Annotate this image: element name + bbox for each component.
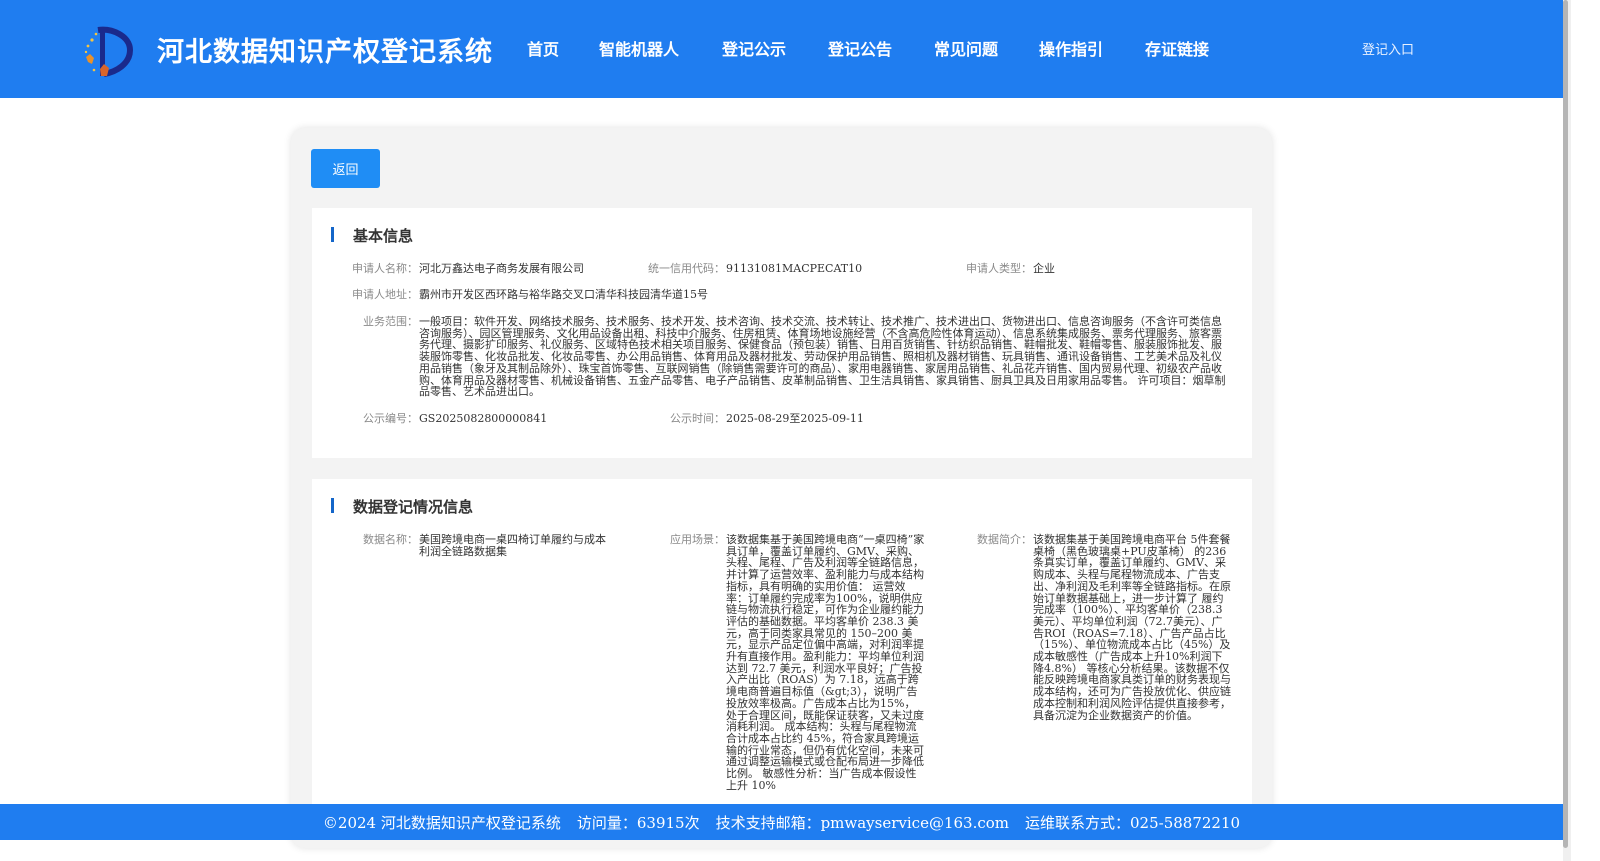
basic-info-title: 基本信息 — [353, 227, 414, 245]
credit-code-label: 统一信用代码： — [648, 262, 725, 275]
nav-guide[interactable]: 操作指引 — [1039, 36, 1103, 60]
section-marker — [331, 498, 334, 513]
data-registration-title: 数据登记情况信息 — [353, 498, 474, 516]
nav-home[interactable]: 首页 — [527, 36, 559, 60]
basic-info-panel: 基本信息 申请人名称： 河北万鑫达电子商务发展有限公司 统一信用代码： 9113… — [312, 208, 1252, 458]
credit-code-value: 91131081MACPECAT10 — [726, 262, 863, 275]
section-marker — [331, 227, 334, 242]
back-button[interactable]: 返回 — [311, 149, 380, 188]
business-scope-value: 一般项目：软件开发、网络技术服务、技术服务、技术开发、技术咨询、技术交流、技术转… — [419, 315, 1226, 399]
data-name-label: 数据名称： — [363, 533, 418, 546]
login-entry-link[interactable]: 登记入口 — [1362, 39, 1414, 58]
scenario-label: 应用场景： — [670, 533, 725, 546]
business-scope-label: 业务范围： — [363, 315, 418, 328]
applicant-type-value: 企业 — [1033, 262, 1055, 275]
applicant-name-label: 申请人名称： — [352, 262, 418, 275]
scenario-value: 该数据集基于美国跨境电商“一桌四椅”家具订单，覆盖订单履约、GMV、采购、头程、… — [726, 534, 925, 792]
notice-number-label: 公示编号： — [363, 412, 418, 425]
top-header: 河北数据知识产权登记系统 首页 智能机器人 登记公示 登记公告 常见问题 操作指… — [0, 0, 1563, 98]
footer-visits: 访问量：63915次 — [576, 813, 700, 832]
footer-support-email: 技术支持邮箱：pmwayservice@163.com — [715, 813, 1010, 832]
nav-faq[interactable]: 常见问题 — [934, 36, 998, 60]
applicant-name-value: 河北万鑫达电子商务发展有限公司 — [419, 262, 584, 275]
notice-time-label: 公示时间： — [670, 412, 725, 425]
site-title[interactable]: 河北数据知识产权登记系统 — [157, 30, 493, 69]
summary-value: 该数据集基于美国跨境电商平台 5件套餐桌椅（黑色玻璃桌+PU皮革椅） 的236条… — [1033, 533, 1231, 722]
footer: ©2024 河北数据知识产权登记系统 访问量：63915次 技术支持邮箱：pmw… — [0, 804, 1563, 840]
summary-label: 数据简介： — [977, 533, 1032, 546]
address-value: 霸州市开发区西环路与裕华路交叉口清华科技园清华道15号 — [419, 288, 708, 301]
nav-robot[interactable]: 智能机器人 — [599, 36, 679, 60]
notice-time-value: 2025-08-29至2025-09-11 — [726, 412, 864, 425]
footer-ops-phone: 运维联系方式：025-58872210 — [1025, 813, 1241, 832]
nav-registration-announcement[interactable]: 登记公告 — [828, 36, 892, 60]
footer-copyright: ©2024 河北数据知识产权登记系统 — [322, 813, 561, 832]
notice-number-value: GS2025082800000841 — [419, 412, 548, 425]
data-name-value: 美国跨境电商一桌四椅订单履约与成本利润全链路数据集 — [419, 533, 606, 558]
scrollbar-thumb[interactable] — [1563, 0, 1568, 848]
address-label: 申请人地址： — [352, 288, 418, 301]
logo-icon — [82, 24, 134, 78]
applicant-type-label: 申请人类型： — [966, 262, 1032, 275]
nav-registration-publicity[interactable]: 登记公示 — [722, 36, 786, 60]
data-registration-panel: 数据登记情况信息 数据名称： 美国跨境电商一桌四椅订单履约与成本利润全链路数据集… — [312, 479, 1252, 819]
nav-evidence-link[interactable]: 存证链接 — [1145, 36, 1209, 60]
